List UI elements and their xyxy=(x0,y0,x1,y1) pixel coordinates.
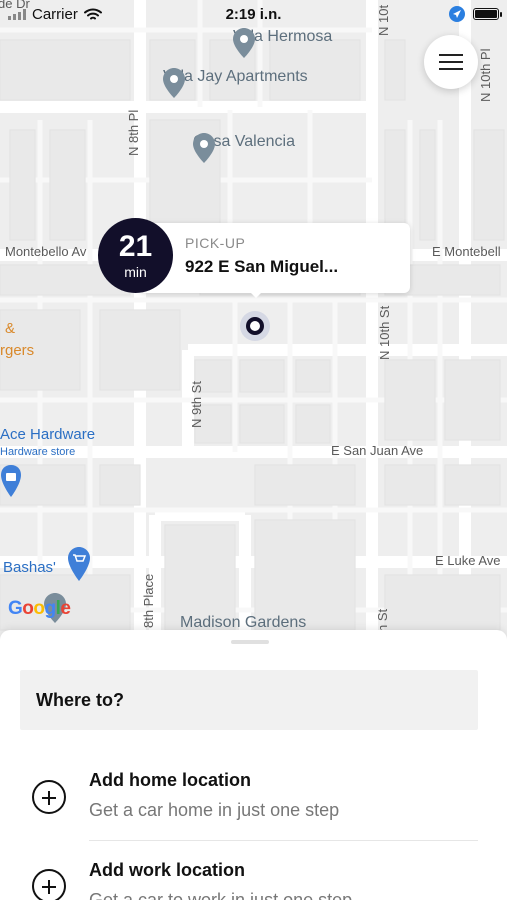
row-divider xyxy=(89,840,478,841)
poi-hardware-store: Hardware store xyxy=(0,446,76,458)
menu-button[interactable] xyxy=(424,35,478,89)
poi-bashas[interactable]: Bashas' xyxy=(3,559,56,576)
status-bar: Carrier 2:19 i.n. xyxy=(0,0,507,28)
eta-unit: min xyxy=(124,263,147,280)
poi-casa-valencia[interactable]: Casa Valencia xyxy=(193,133,295,163)
shopping-cart-pin-icon xyxy=(68,547,90,581)
poi-villa-hermosa[interactable]: Villa Hermosa xyxy=(233,28,332,58)
status-left: Carrier xyxy=(8,6,102,23)
add-home-subtitle: Get a car home in just one step xyxy=(89,800,340,820)
wifi-icon xyxy=(83,8,102,19)
street-label: N 8th Pl xyxy=(126,109,141,156)
map-pin-icon xyxy=(193,133,215,163)
add-work-subtitle: Get a car to work in just one step xyxy=(89,890,353,900)
street-label: N 10th Pl xyxy=(478,48,493,102)
eta-value: 21 xyxy=(118,229,153,263)
street-label: n St xyxy=(375,608,390,632)
street-label: N 9th St xyxy=(189,381,204,428)
poi-ace-hardware[interactable]: Ace Hardware xyxy=(0,426,95,443)
location-services-icon xyxy=(449,6,465,22)
store-pin-icon xyxy=(1,465,21,497)
map-pin-icon xyxy=(163,68,185,98)
pickup-address: 922 E San Miguel... xyxy=(185,257,339,276)
street-label: E Montebell xyxy=(432,244,501,259)
add-icon xyxy=(32,869,66,900)
street-label: E San Juan Ave xyxy=(331,443,424,458)
carrier-label: Carrier xyxy=(32,5,78,23)
sheet-handle[interactable] xyxy=(231,640,269,644)
pickup-label: PICK-UP xyxy=(185,235,246,251)
signal-icon xyxy=(8,8,26,20)
google-logo: Google xyxy=(8,598,71,619)
street-label: Montebello Av xyxy=(5,244,87,259)
pickup-location-marker[interactable] xyxy=(240,311,270,341)
add-work-location-row[interactable]: Add work location Get a car to work in j… xyxy=(0,851,507,900)
poi-burgers-amp: & xyxy=(5,320,16,337)
hamburger-icon-line xyxy=(439,61,463,63)
hamburger-icon-line xyxy=(439,68,463,70)
location-dot-icon xyxy=(246,317,264,335)
add-work-title: Add work location xyxy=(89,860,246,880)
eta-badge: 21 min xyxy=(98,218,173,293)
poi-villa-jay[interactable]: Villa Jay Apartments xyxy=(163,68,308,98)
map-pin-icon xyxy=(233,28,255,58)
add-icon xyxy=(32,780,66,814)
pickup-card[interactable]: PICK-UP 922 E San Miguel... xyxy=(140,223,410,293)
street-label: N 10th St xyxy=(377,305,392,360)
street-label: 8th Place xyxy=(141,573,156,628)
add-home-location-row[interactable]: Add home location Get a car home in just… xyxy=(0,760,507,840)
street-label: E Luke Ave xyxy=(435,553,501,568)
status-right xyxy=(449,6,502,22)
bottom-sheet[interactable]: Where to? Add home location Get a car ho… xyxy=(0,630,507,900)
hamburger-icon xyxy=(439,54,463,56)
add-home-title: Add home location xyxy=(89,770,251,790)
battery-icon xyxy=(473,8,502,20)
where-to-input[interactable]: Where to? xyxy=(20,670,478,730)
pickup-card-tail xyxy=(248,290,264,298)
poi-burgers: rgers xyxy=(0,342,35,359)
